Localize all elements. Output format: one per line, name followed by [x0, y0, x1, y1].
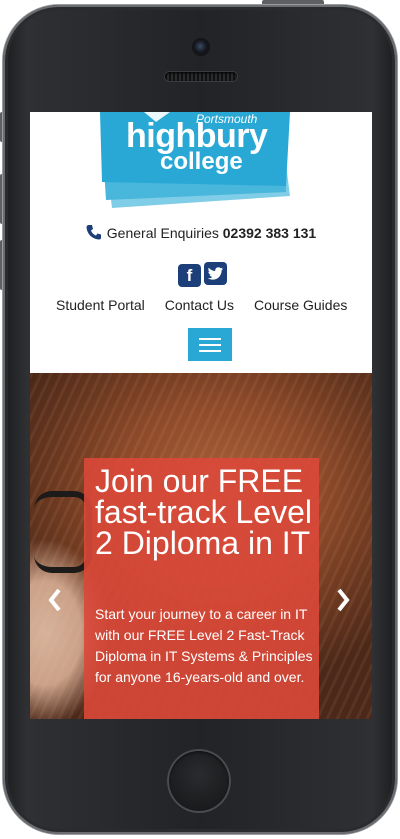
menu-line — [199, 349, 221, 352]
phone-icon — [86, 225, 101, 240]
slider-next-arrow[interactable] — [332, 588, 354, 616]
front-camera — [194, 40, 208, 54]
slider-prev-arrow[interactable] — [44, 588, 66, 616]
hero-title: Join our FREE fast-track Level 2 Diploma… — [95, 463, 312, 561]
social-links: f — [178, 262, 230, 287]
enquiries-label: General Enquiries — [106, 225, 219, 241]
device-mockup: Portsmouth highbury college General Enqu… — [0, 0, 400, 839]
logo-name-line2: college — [160, 148, 243, 175]
top-nav: Student Portal Contact Us Course Guides — [48, 294, 354, 318]
hero-body: Start your journey to a career in IT wit… — [95, 606, 313, 685]
nav-contact-us[interactable]: Contact Us — [157, 294, 242, 318]
chevron-left-icon — [48, 588, 61, 612]
hero-slider: Join our FREE fast-track Level 2 Diploma… — [30, 373, 372, 719]
earpiece-speaker — [165, 72, 237, 81]
home-button[interactable] — [167, 749, 231, 813]
enquiries-number[interactable]: 02392 383 131 — [223, 225, 316, 241]
twitter-icon[interactable] — [204, 262, 227, 285]
phone-screen: Portsmouth highbury college General Enqu… — [30, 112, 372, 719]
college-logo[interactable]: Portsmouth highbury college — [100, 112, 300, 208]
facebook-icon[interactable]: f — [178, 264, 201, 287]
menu-line — [199, 337, 221, 340]
nav-course-guides[interactable]: Course Guides — [246, 294, 355, 318]
twitter-bird-shape — [207, 267, 224, 280]
nav-student-portal[interactable]: Student Portal — [48, 294, 153, 318]
general-enquiries[interactable]: General Enquiries 02392 383 131 — [30, 224, 372, 241]
hero-caption-card[interactable]: Join our FREE fast-track Level 2 Diploma… — [84, 458, 319, 719]
chevron-right-icon — [337, 588, 350, 612]
hamburger-menu-icon[interactable] — [188, 328, 232, 361]
menu-line — [199, 343, 221, 346]
